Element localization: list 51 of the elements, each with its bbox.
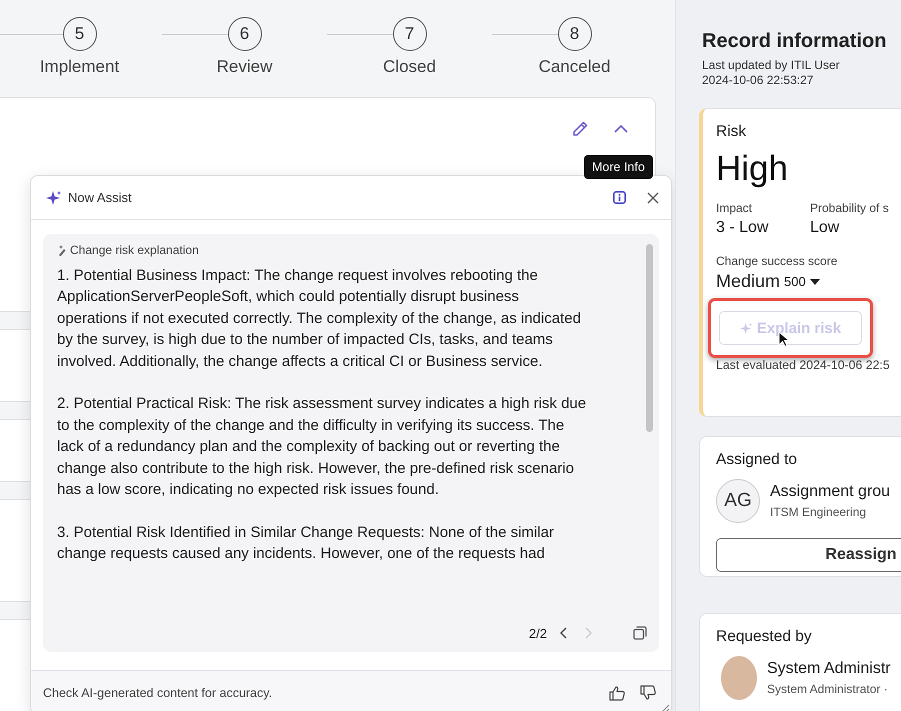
- card-title: Risk: [716, 123, 748, 141]
- explanation-paragraph: 1. Potential Business Impact: The change request involves rebooting the ApplicationServerPeopleSoft, which could potentially disrupt business operations if not executed correctly. The complexity of the change, as indicated by the survey, is high due to the number of impacted CIs, tasks, and teams involved. Additionally, the change affects a critical CI or Business service.: [57, 266, 582, 372]
- pencil-icon[interactable]: [571, 120, 589, 138]
- step-label: Implement: [40, 57, 120, 77]
- photo-placeholder: [721, 656, 757, 700]
- thumbs-up-icon[interactable]: [609, 684, 626, 700]
- step-label: Canceled: [538, 57, 610, 77]
- chevron-left-icon: [559, 627, 569, 639]
- assignee-name: Assignment grou: [770, 483, 890, 501]
- risk-value: High: [716, 149, 789, 189]
- sparkle-icon: [46, 190, 61, 204]
- chevron-right-icon: [583, 627, 593, 639]
- explanation-paragraph: 3. Potential Risk Identified in Similar Change Requests: None of the similar change requests caused any incidents. However, one of the requests had: [57, 522, 555, 564]
- tooltip: More Info: [584, 155, 653, 179]
- disclaimer-text: Check AI-generated content for accuracy.: [43, 686, 274, 700]
- copy-icon[interactable]: [633, 626, 647, 640]
- info-icon[interactable]: [613, 191, 626, 204]
- thumbs-down-icon[interactable]: [640, 684, 657, 700]
- field-label: Change success score: [716, 254, 838, 268]
- sparkle-pen-icon: [57, 244, 67, 256]
- step-number: 5: [62, 17, 96, 51]
- updated-by-text: Last updated by ITIL User: [702, 58, 841, 73]
- step-number: 6: [228, 17, 262, 51]
- explanation-paragraph: 2. Potential Practical Risk: The risk assessment survey indicates a high risk due to the complexity of the change and the difficulty in verifying its success. The lack of a redundancy plan and the complexity of backing out or reverting the change also contribute to the high risk. However, the pre-defined risk scenario has a low score, indicating no expected risk issues found.: [57, 394, 588, 500]
- field-value: Low: [810, 219, 840, 237]
- reassign-button[interactable]: Reassign: [716, 538, 901, 572]
- caret-down-icon[interactable]: [810, 278, 820, 284]
- score-number: 500: [784, 274, 806, 289]
- step-label: Review: [216, 57, 272, 77]
- updated-at-text: 2024-10-06 22:53:27: [702, 73, 814, 88]
- requester-name: System Administr: [767, 660, 891, 678]
- page-counter: 2/2: [528, 626, 547, 640]
- score-value: Medium: [716, 271, 780, 292]
- last-evaluated-text: Last evaluated 2024-10-06 22:5: [716, 358, 891, 372]
- sparkle-icon: [740, 322, 752, 334]
- section-label: Change risk explanation: [70, 243, 199, 257]
- field-value: 3 - Low: [716, 219, 770, 237]
- close-icon[interactable]: [647, 192, 659, 204]
- panel-title: Record information: [702, 30, 888, 53]
- field-label: Probability of s: [810, 201, 890, 215]
- step-label: Closed: [383, 57, 436, 77]
- requester-role: System Administrator ·: [767, 682, 889, 696]
- card-title: Assigned to: [716, 451, 798, 469]
- step-number: 7: [392, 17, 426, 51]
- field-label: Impact: [716, 201, 754, 215]
- initials-avatar: AG: [716, 479, 760, 523]
- resize-handle-icon[interactable]: [661, 704, 670, 711]
- panel-title: Now Assist: [68, 190, 133, 205]
- step-number: 8: [558, 17, 592, 51]
- card-title: Requested by: [716, 628, 813, 646]
- assignee-group: ITSM Engineering: [770, 505, 890, 519]
